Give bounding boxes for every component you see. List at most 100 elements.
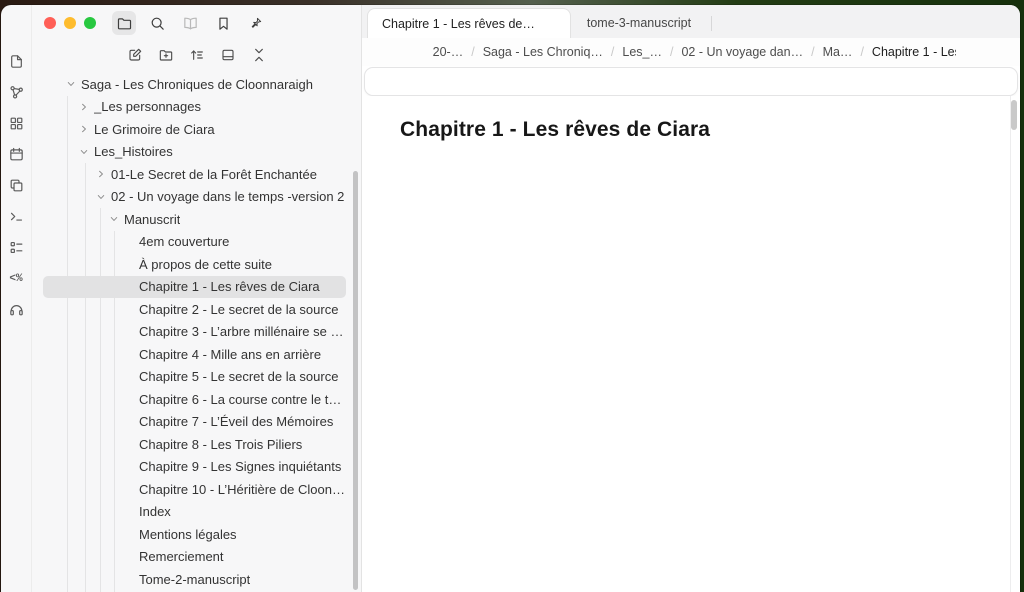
pin-icon: [249, 16, 263, 30]
breadcrumb-item[interactable]: 02 - Un voyage dan…: [681, 45, 803, 59]
tree-item-label: Chapitre 5 - Le secret de la source: [139, 369, 338, 384]
breadcrumb-separator: /: [611, 45, 614, 59]
tree-item[interactable]: Saga - Les Chroniques de Cloonnaraigh: [43, 73, 346, 96]
tree-item-label: Chapitre 6 - La course contre le tem…: [139, 392, 346, 407]
chevron-right-icon[interactable]: [79, 99, 94, 114]
terminal-icon[interactable]: [8, 208, 25, 225]
chevron-down-icon[interactable]: [109, 212, 124, 227]
breadcrumb-item[interactable]: Chapitre 1 - Les rêves de Ciara: [872, 45, 956, 59]
files-folder-icon: [116, 15, 133, 32]
tree-item[interactable]: Chapitre 8 - Les Trois Piliers: [43, 433, 346, 456]
reading-view-icon[interactable]: [956, 44, 972, 60]
new-note-icon[interactable]: [127, 47, 143, 63]
tree-item-label: 01-Le Secret de la Forêt Enchantée: [111, 167, 317, 182]
tree-item-label: Chapitre 10 - L’Héritière de Cloonna…: [139, 482, 346, 497]
tree-item-label: Les_Histoires: [94, 144, 173, 159]
tree-item-label: 4em couverture: [139, 234, 229, 249]
app-window: <% Saga - Les Chroniques de Cloonnaraigh…: [1, 5, 1020, 592]
reading-book-icon: [182, 15, 199, 32]
tree-item[interactable]: Le Grimoire de Ciara: [43, 118, 346, 141]
breadcrumb-item[interactable]: Ma…: [823, 45, 853, 59]
more-options-icon[interactable]: [989, 44, 1005, 60]
document-title: Chapitre 1 - Les rêves de Ciara: [400, 118, 1020, 142]
breadcrumb-separator: /: [670, 45, 673, 59]
chevron-down-icon[interactable]: [66, 77, 81, 92]
tree-item[interactable]: Chapitre 4 - Mille ans en arrière: [43, 343, 346, 366]
tree-item[interactable]: Chapitre 5 - Le secret de la source: [43, 366, 346, 389]
toggle-left-sidebar-icon[interactable]: [331, 14, 349, 32]
search-icon: [149, 15, 166, 32]
tree-item[interactable]: Chapitre 3 - L’arbre millénaire se me…: [43, 321, 346, 344]
tree-item[interactable]: Manuscrit: [43, 208, 346, 231]
collapse-all-icon[interactable]: [251, 47, 267, 63]
graph-view-icon[interactable]: [8, 84, 25, 101]
new-tab-button[interactable]: [722, 16, 737, 31]
tree-item[interactable]: Chapitre 7 - L’Éveil des Mémoires: [43, 411, 346, 434]
close-tab-icon[interactable]: [547, 17, 560, 30]
calendar-icon[interactable]: [8, 146, 25, 163]
breadcrumb-item[interactable]: 20-…: [433, 45, 464, 59]
tree-item[interactable]: Remerciement: [43, 546, 346, 569]
tree-item[interactable]: Chapitre 9 - Les Signes inquiétants: [43, 456, 346, 479]
canvas-grid-icon[interactable]: [8, 115, 25, 132]
forward-button[interactable]: [402, 45, 415, 60]
breadcrumb: 20-… / Saga - Les Chroniq… / Les_… / 02 - Un v…: [433, 45, 956, 59]
tree-item[interactable]: 01-Le Secret de la Forêt Enchantée: [43, 163, 346, 186]
tree-item-label: Mentions légales: [139, 527, 237, 542]
file-switcher-icon[interactable]: [8, 53, 25, 70]
file-explorer-actions: [32, 41, 361, 69]
sort-order-icon[interactable]: [189, 47, 205, 63]
sidebar-scrollbar[interactable]: [353, 171, 358, 590]
breadcrumb-separator: /: [811, 45, 814, 59]
chevron-down-icon[interactable]: [96, 189, 111, 204]
tab-chapitre-1[interactable]: Chapitre 1 - Les rêves de…: [367, 8, 571, 38]
tree-item-label: Chapitre 4 - Mille ans en arrière: [139, 347, 321, 362]
tree-item-label: Index: [139, 504, 171, 519]
editor-pane: 20-… / Saga - Les Chroniq… / Les_… / 02 - Un v…: [362, 38, 1020, 592]
tree-item-selected[interactable]: Chapitre 1 - Les rêves de Ciara: [43, 276, 346, 299]
toggle-right-sidebar-icon[interactable]: [991, 13, 1008, 30]
tree-item[interactable]: Chapitre 10 - L’Héritière de Cloonna…: [43, 478, 346, 501]
breadcrumb-item[interactable]: Les_…: [622, 45, 662, 59]
back-button[interactable]: [377, 45, 390, 60]
editor-scrollbar[interactable]: [1011, 100, 1017, 130]
tree-item[interactable]: Les_Histoires: [43, 141, 346, 164]
tree-item-label: À propos de cette suite: [139, 257, 272, 272]
tree-item-label: Chapitre 1 - Les rêves de Ciara: [139, 279, 320, 294]
breadcrumb-item[interactable]: Saga - Les Chroniq…: [483, 45, 603, 59]
tree-item-label: Chapitre 8 - Les Trois Piliers: [139, 437, 302, 452]
new-folder-icon[interactable]: [158, 47, 174, 63]
tree-item[interactable]: Chapitre 6 - La course contre le tem…: [43, 388, 346, 411]
tab-divider: [711, 16, 712, 31]
tab-list-icon[interactable]: [960, 14, 975, 29]
close-window-button[interactable]: [44, 17, 56, 29]
tab-title: tome-3-manuscript: [587, 16, 691, 30]
tree-item[interactable]: Chapitre 2 - Le secret de la source: [43, 298, 346, 321]
editor[interactable]: Chapitre 1 - Les rêves de Ciara: [362, 96, 1020, 592]
tree-item[interactable]: 02 - Un voyage dans le temps -version 2: [43, 186, 346, 209]
tree-item[interactable]: À propos de cette suite: [43, 253, 346, 276]
chevron-right-icon[interactable]: [96, 167, 111, 182]
tree-item[interactable]: Tome-2-manuscript: [43, 568, 346, 591]
chevron-right-icon[interactable]: [79, 122, 94, 137]
chevron-down-icon[interactable]: [79, 144, 94, 159]
tab-tome-3-manuscript[interactable]: tome-3-manuscript: [571, 8, 707, 38]
left-sidebar: Saga - Les Chroniques de Cloonnaraigh _L…: [32, 5, 361, 592]
minimize-window-button[interactable]: [64, 17, 76, 29]
tree-item-label: Remerciement: [139, 549, 224, 564]
tree-item-label: Saga - Les Chroniques de Cloonnaraigh: [81, 77, 313, 92]
tree-item-label: Manuscrit: [124, 212, 180, 227]
breadcrumb-separator: /: [860, 45, 863, 59]
tree-item[interactable]: _Les personnages: [43, 96, 346, 119]
tree-item-label: Le Grimoire de Ciara: [94, 122, 215, 137]
kanban-icon[interactable]: [8, 239, 25, 256]
tree-item[interactable]: 4em couverture: [43, 231, 346, 254]
zoom-window-button[interactable]: [84, 17, 96, 29]
fold-panel-icon[interactable]: [220, 47, 236, 63]
copy-icon[interactable]: [8, 177, 25, 194]
tree-item[interactable]: Index: [43, 501, 346, 524]
formatting-toolbar: [364, 67, 1018, 96]
tree-item[interactable]: Mentions légales: [43, 523, 346, 546]
templater-icon[interactable]: <%: [8, 270, 25, 287]
audio-headphones-icon[interactable]: [8, 301, 25, 318]
